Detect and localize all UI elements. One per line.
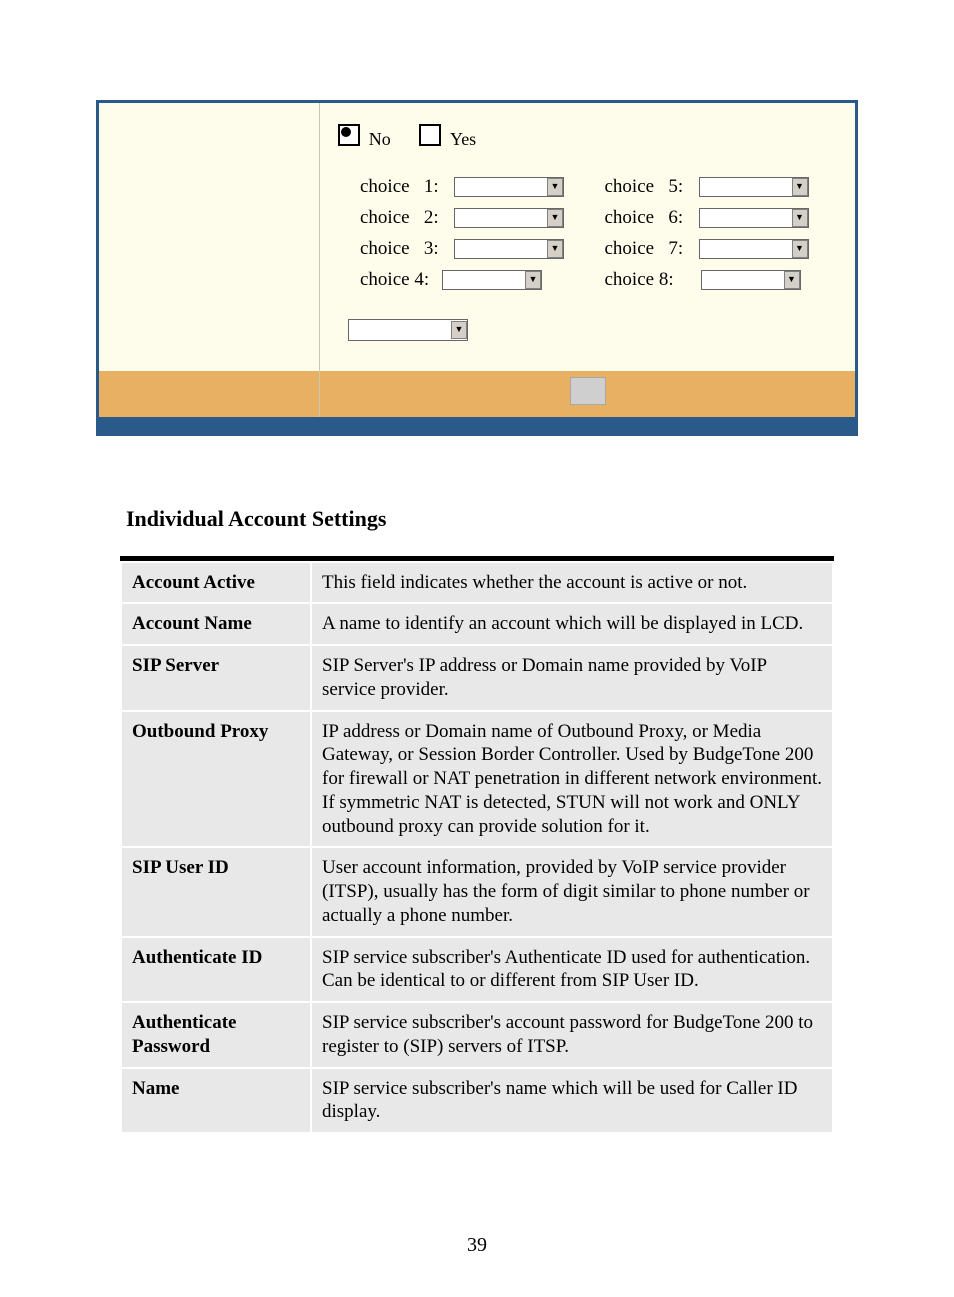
choice-2-select[interactable]: ▼ (454, 208, 564, 228)
row-label-cell (99, 103, 320, 164)
row-body-cell: choice 1: ▼ choice 5: ▼ choice 2: ▼ choi… (320, 164, 855, 308)
table-row: Authenticate IDSIP service subscriber's … (121, 937, 833, 1003)
table-row: Account ActiveThis field indicates wheth… (121, 562, 833, 604)
setting-desc: This field indicates whether the account… (311, 562, 833, 604)
table-row: Account NameA name to identify an accoun… (121, 603, 833, 645)
choice-1-label: choice 1: (360, 176, 454, 198)
table-row: Outbound ProxyIP address or Domain name … (121, 711, 833, 848)
setting-label: Authenticate ID (121, 937, 311, 1003)
choice-8-select[interactable]: ▼ (701, 270, 801, 290)
choice-6-label: choice 6: (605, 207, 699, 229)
choice-8-label: choice 8: (605, 269, 701, 291)
page-number: 39 (96, 1234, 858, 1257)
chevron-down-icon: ▼ (547, 178, 563, 196)
choice-4-label: choice 4: (360, 269, 442, 291)
setting-desc: SIP service subscriber's account passwor… (311, 1002, 833, 1068)
row-body-cell: No Yes (320, 103, 855, 164)
chevron-down-icon: ▼ (451, 321, 467, 339)
setting-label: SIP User ID (121, 847, 311, 936)
button-row (99, 371, 855, 417)
radio-no[interactable] (338, 124, 360, 146)
setting-label: Authenticate Password (121, 1002, 311, 1068)
chevron-down-icon: ▼ (792, 240, 808, 258)
setting-desc: A name to identify an account which will… (311, 603, 833, 645)
settings-table: Account ActiveThis field indicates wheth… (120, 561, 834, 1135)
setting-desc: SIP service subscriber's name which will… (311, 1068, 833, 1134)
row-label-cell (99, 164, 320, 308)
choice-2-label: choice 2: (360, 207, 454, 229)
chevron-down-icon: ▼ (784, 271, 800, 289)
choice-5-label: choice 5: (605, 176, 699, 198)
row-label-cell (99, 308, 320, 347)
setting-label: Name (121, 1068, 311, 1134)
chevron-down-icon: ▼ (792, 178, 808, 196)
choices-row: choice 1: ▼ choice 5: ▼ choice 2: ▼ choi… (99, 164, 855, 308)
setting-desc: SIP service subscriber's Authenticate ID… (311, 937, 833, 1003)
setting-desc: User account information, provided by Vo… (311, 847, 833, 936)
chevron-down-icon: ▼ (525, 271, 541, 289)
row-body-cell (320, 347, 855, 371)
table-row: SIP ServerSIP Server's IP address or Dom… (121, 645, 833, 711)
setting-label: SIP Server (121, 645, 311, 711)
chevron-down-icon: ▼ (547, 209, 563, 227)
row-body-cell (320, 371, 855, 417)
choice-4-select[interactable]: ▼ (442, 270, 542, 290)
row-label-cell (99, 347, 320, 371)
radio-yes-label: Yes (450, 129, 476, 149)
setting-label: Account Active (121, 562, 311, 604)
table-row: NameSIP service subscriber's name which … (121, 1068, 833, 1134)
chevron-down-icon: ▼ (547, 240, 563, 258)
choice-3-select[interactable]: ▼ (454, 239, 564, 259)
radio-yes[interactable] (419, 124, 441, 146)
setting-label: Account Name (121, 603, 311, 645)
single-select[interactable]: ▼ (348, 319, 468, 341)
radio-no-label: No (369, 129, 391, 149)
table-row: Authenticate PasswordSIP service subscri… (121, 1002, 833, 1068)
spacer-row (99, 347, 855, 371)
setting-label: Outbound Proxy (121, 711, 311, 848)
section-heading: Individual Account Settings (126, 506, 858, 532)
radio-row: No Yes (99, 103, 855, 164)
choice-5-select[interactable]: ▼ (699, 177, 809, 197)
table-row: SIP User IDUser account information, pro… (121, 847, 833, 936)
submit-button[interactable] (570, 377, 606, 405)
config-panel: No Yes choice 1: ▼ choice 5: ▼ (96, 100, 858, 436)
setting-desc: IP address or Domain name of Outbound Pr… (311, 711, 833, 848)
choice-3-label: choice 3: (360, 238, 454, 260)
choice-7-select[interactable]: ▼ (699, 239, 809, 259)
single-select-row: ▼ (99, 308, 855, 347)
choice-6-select[interactable]: ▼ (699, 208, 809, 228)
row-body-cell: ▼ (320, 308, 855, 347)
footer-bar (99, 417, 855, 433)
chevron-down-icon: ▼ (792, 209, 808, 227)
row-label-cell (99, 371, 320, 417)
choice-7-label: choice 7: (605, 238, 699, 260)
choice-1-select[interactable]: ▼ (454, 177, 564, 197)
setting-desc: SIP Server's IP address or Domain name p… (311, 645, 833, 711)
